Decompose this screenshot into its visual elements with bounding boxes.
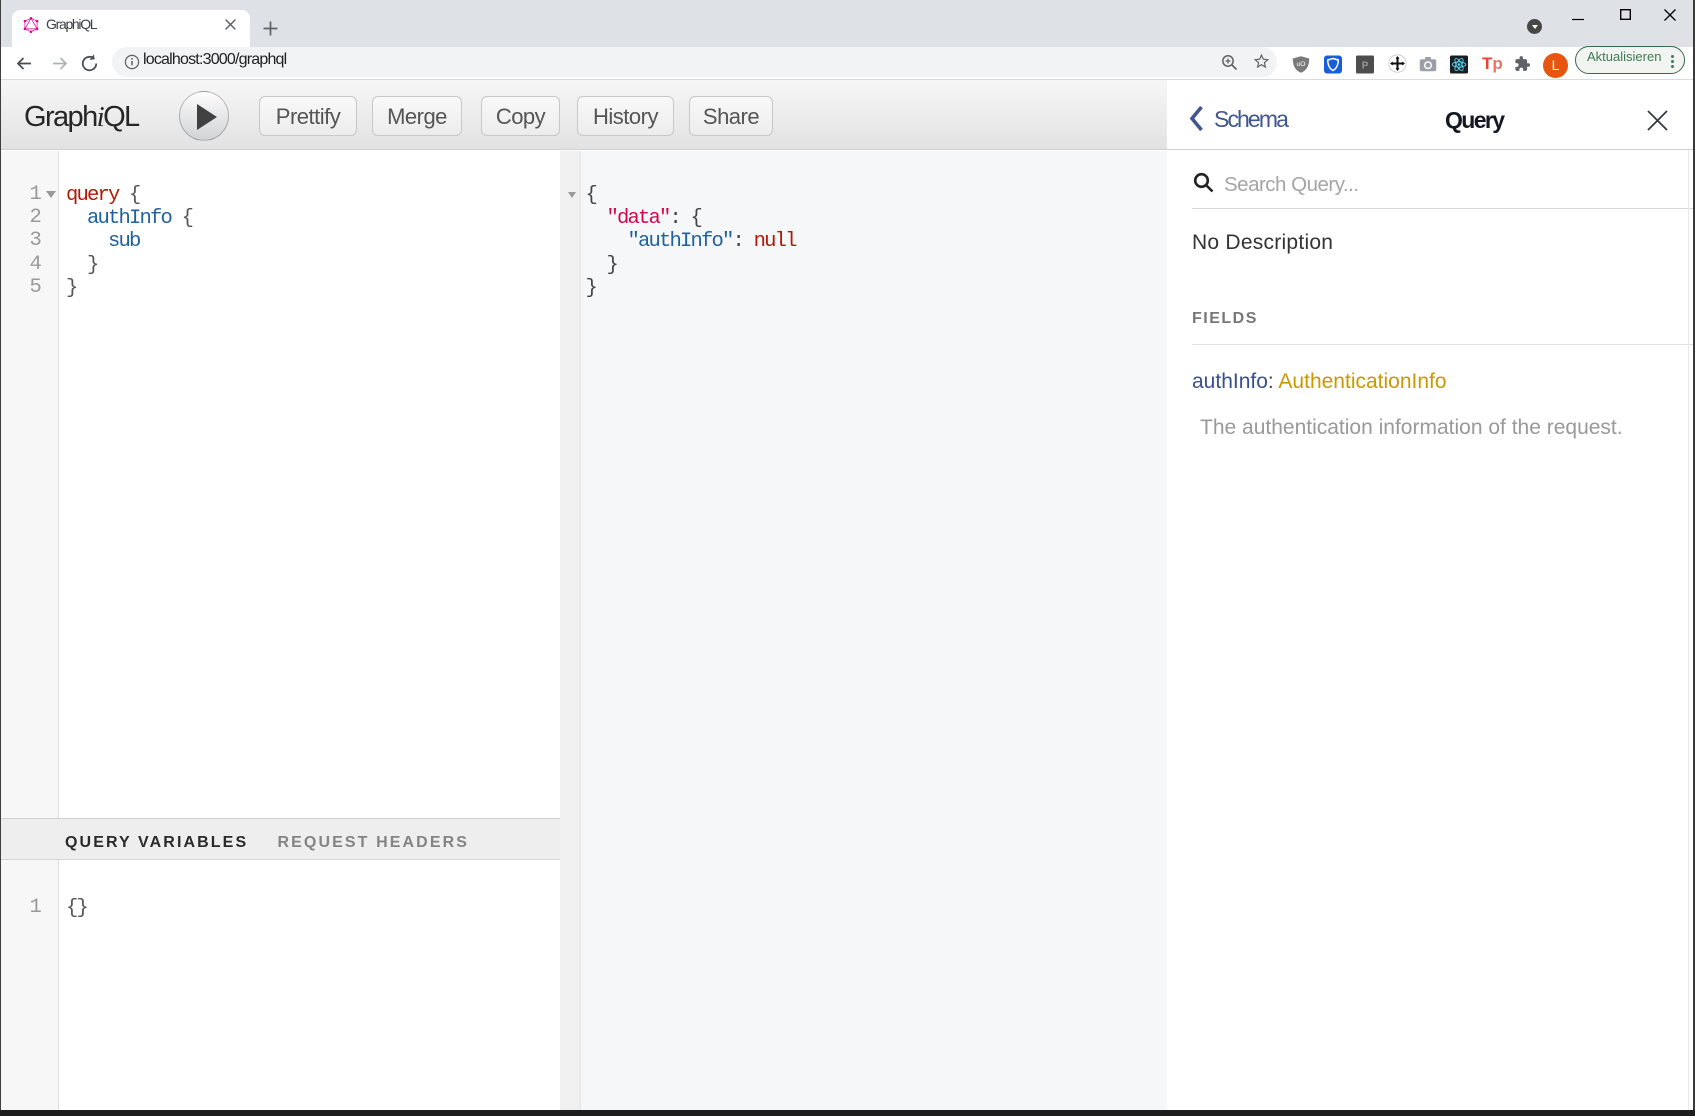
svg-text:P: P [1362,60,1369,71]
svg-text:uO: uO [1296,61,1305,68]
